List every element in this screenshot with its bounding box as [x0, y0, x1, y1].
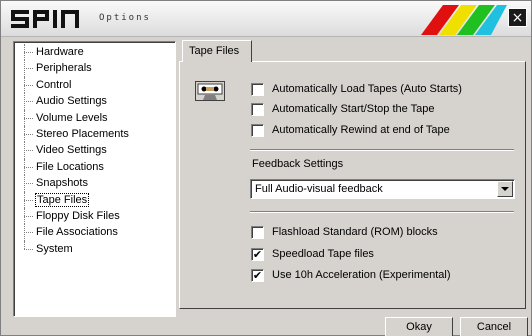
flashload-box[interactable]: [251, 225, 264, 239]
tree-item-label: Snapshots: [36, 177, 88, 190]
speedload-box[interactable]: ✔: [251, 247, 264, 261]
accel-checkbox[interactable]: ✔ Use 10h Acceleration (Experimental): [251, 267, 451, 283]
tree-item[interactable]: Stereo Placements: [14, 125, 175, 143]
cancel-button[interactable]: Cancel: [460, 317, 528, 336]
accel-box[interactable]: ✔: [251, 268, 264, 282]
speedload-label: Speedload Tape files: [272, 248, 374, 260]
tree-item-label: Control: [36, 78, 72, 91]
auto-rewind-box[interactable]: [251, 123, 264, 137]
auto-start-stop-checkbox[interactable]: Automatically Start/Stop the Tape: [251, 101, 434, 117]
rainbow-stripes: [421, 5, 507, 35]
speedload-checkbox[interactable]: ✔ Speedload Tape files: [251, 246, 374, 262]
cassette-icon: [195, 81, 225, 101]
tree-item[interactable]: Snapshots: [14, 175, 175, 192]
tree-item-label: Hardware: [36, 46, 84, 58]
tab-tape-files[interactable]: Tape Files: [182, 40, 252, 62]
tree-item-label: File Locations: [36, 160, 104, 173]
tree-item[interactable]: File Associations: [14, 224, 175, 242]
separator: [250, 149, 514, 151]
tree-item-label: System: [36, 242, 73, 255]
tree-item[interactable]: Hardware: [14, 44, 175, 61]
separator: [250, 211, 514, 213]
auto-rewind-label: Automatically Rewind at end of Tape: [272, 124, 450, 136]
options-tree[interactable]: Hardware Peripherals Control Audio Settings…: [13, 41, 176, 317]
tree-item-label: Video Settings: [36, 144, 107, 157]
window-subtitle: Options: [99, 13, 151, 23]
okay-button[interactable]: Okay: [385, 317, 453, 336]
tree-item[interactable]: System: [14, 240, 175, 257]
options-window: Options × Hardware Peripherals Control Audi…: [0, 0, 532, 336]
tree-item[interactable]: Peripherals: [14, 60, 175, 78]
flashload-checkbox[interactable]: Flashload Standard (ROM) blocks: [251, 224, 438, 240]
tree-item-label: File Associations: [36, 226, 118, 239]
close-button[interactable]: ×: [508, 8, 527, 27]
tree-item-label: Floppy Disk Files: [36, 209, 120, 222]
tree-item-label: Audio Settings: [36, 95, 107, 108]
tree-item[interactable]: Tape Files: [14, 191, 175, 209]
spin-logo: [11, 10, 91, 28]
tree-item[interactable]: Audio Settings: [14, 93, 175, 110]
accel-label: Use 10h Acceleration (Experimental): [272, 269, 451, 281]
auto-start-stop-label: Automatically Start/Stop the Tape: [272, 103, 435, 115]
auto-rewind-checkbox[interactable]: Automatically Rewind at end of Tape: [251, 122, 450, 138]
tree-item[interactable]: Volume Levels: [14, 109, 175, 127]
tree-item-label: Stereo Placements: [36, 127, 129, 140]
tree-item[interactable]: Control: [14, 76, 175, 94]
flashload-label: Flashload Standard (ROM) blocks: [272, 226, 438, 238]
title-bar[interactable]: Options ×: [1, 1, 531, 37]
tree-item[interactable]: Video Settings: [14, 142, 175, 160]
auto-load-checkbox[interactable]: Automatically Load Tapes (Auto Starts): [251, 81, 462, 97]
feedback-select[interactable]: Full Audio-visual feedback: [250, 179, 515, 199]
auto-load-label: Automatically Load Tapes (Auto Starts): [272, 83, 462, 95]
auto-load-box[interactable]: [251, 82, 264, 96]
feedback-select-value: Full Audio-visual feedback: [255, 183, 383, 195]
tree-item-label: Tape Files: [34, 192, 90, 207]
tree-item[interactable]: File Locations: [14, 158, 175, 176]
tree-item-label: Peripherals: [36, 62, 92, 75]
feedback-settings-label: Feedback Settings: [252, 158, 344, 170]
auto-start-stop-box[interactable]: [251, 102, 264, 116]
tree-item-label: Volume Levels: [36, 111, 108, 124]
chevron-down-icon[interactable]: [497, 181, 513, 197]
tree-item[interactable]: Floppy Disk Files: [14, 207, 175, 225]
